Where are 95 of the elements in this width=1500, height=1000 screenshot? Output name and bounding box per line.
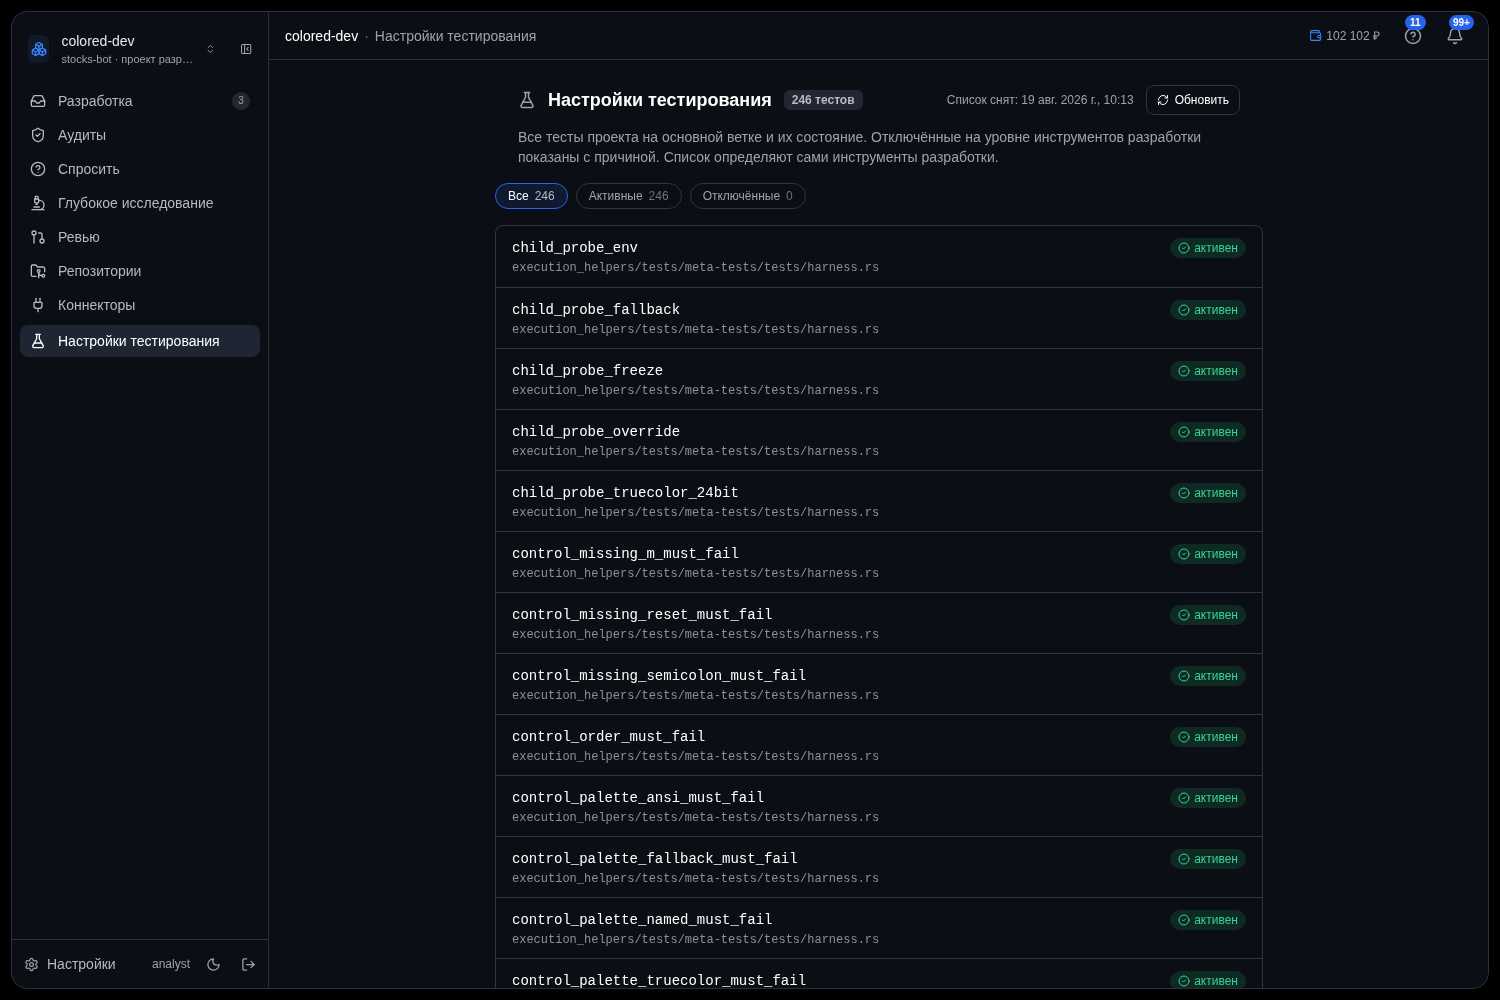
test-name: control_missing_reset_must_fail <box>512 606 774 625</box>
sidebar-item[interactable]: Аудиты <box>20 121 260 149</box>
status-badge: активен <box>1170 483 1246 503</box>
chevrons-icon[interactable] <box>205 42 216 56</box>
test-path: execution_helpers/tests/meta-tests/tests/harness.rs <box>512 505 881 521</box>
test-path: execution_helpers/tests/meta-tests/tests/harness.rs <box>512 260 881 276</box>
test-name: child_probe_fallback <box>512 301 682 320</box>
test-name: control_palette_truecolor_must_fail <box>512 972 808 988</box>
settings-icon[interactable] <box>24 956 39 972</box>
sidebar-item[interactable]: Спросить <box>20 155 260 183</box>
test-name: control_missing_m_must_fail <box>512 545 740 564</box>
status-badge: активен <box>1170 238 1246 258</box>
username: analyst <box>151 956 190 972</box>
status-badge: активен <box>1170 727 1246 747</box>
status-badge: активен <box>1170 361 1246 381</box>
sidebar-item[interactable]: Репозитории <box>20 257 260 285</box>
test-name: child_probe_override <box>512 423 682 442</box>
test-path: execution_helpers/tests/meta-tests/tests/harness.rs <box>512 383 881 399</box>
status-badge: активен <box>1170 544 1246 564</box>
sidebar-item[interactable]: Настройки тестирования <box>20 325 260 357</box>
wallet-icon <box>1309 29 1323 42</box>
refresh-button[interactable]: Обновить <box>1145 85 1240 115</box>
sidebar-item[interactable]: Коннекторы <box>20 291 260 319</box>
test-path: execution_helpers/tests/meta-tests/tests/harness.rs <box>512 322 881 338</box>
flask-icon <box>518 91 536 109</box>
check-circle-icon <box>1178 975 1191 987</box>
status-badge: активен <box>1170 422 1246 442</box>
check-circle-icon <box>1178 548 1191 560</box>
test-path: execution_helpers/tests/meta-tests/tests/harness.rs <box>512 688 881 704</box>
test-path: execution_helpers/tests/meta-tests/tests/harness.rs <box>512 810 881 826</box>
workspace-name: colored-dev <box>61 32 136 51</box>
test-path: execution_helpers/tests/meta-tests/tests/harness.rs <box>512 627 881 643</box>
branch-icon <box>30 229 46 245</box>
status-badge: активен <box>1170 788 1246 808</box>
test-name: control_palette_ansi_must_fail <box>512 789 766 808</box>
check-circle-icon <box>1178 365 1191 377</box>
test-name: child_probe_freeze <box>512 362 665 381</box>
check-circle-icon <box>1178 731 1191 743</box>
check-circle-icon <box>1178 792 1191 804</box>
count-badge: 11 <box>1405 14 1426 30</box>
breadcrumb-item[interactable]: colored-dev <box>285 25 359 46</box>
check-circle-icon <box>1178 670 1191 682</box>
shield-check-icon <box>30 127 46 143</box>
sidebar-item[interactable]: Разработка 3 <box>20 87 260 115</box>
inbox-icon <box>30 93 46 109</box>
flask-icon <box>30 333 46 349</box>
bell-icon[interactable] <box>1446 26 1464 45</box>
test-path: execution_helpers/tests/meta-tests/tests/harness.rs <box>512 444 881 460</box>
status-badge: активен <box>1170 849 1246 869</box>
check-circle-icon <box>1178 914 1191 926</box>
check-circle-icon <box>1178 487 1191 499</box>
plug-icon <box>30 297 46 313</box>
question-icon <box>30 161 46 177</box>
sidebar-item[interactable]: Глубокое исследование <box>20 189 260 217</box>
test-name: control_missing_semicolon_must_fail <box>512 667 808 686</box>
check-circle-icon <box>1178 609 1191 621</box>
status-badge: активен <box>1170 666 1246 686</box>
page-description: Все тесты проекта на основной ветке и их состояние. Отключённые на уровне инструментов разработки показаны с причиной. Список определяют сами инструменты разработки. <box>517 128 1203 167</box>
collapse-sidebar-icon[interactable] <box>239 41 252 57</box>
sidebar-item[interactable]: Ревью <box>20 223 260 251</box>
breadcrumb-item: Настройки тестирования <box>374 26 537 46</box>
workspace-subtitle: stocks-bot · проект разр… <box>61 52 193 67</box>
folder-icon <box>30 263 46 279</box>
test-path: execution_helpers/tests/meta-tests/tests/harness.rs <box>512 566 881 582</box>
snapshot-time: Список снят: 19 авг. 2026 г., 10:13 <box>946 92 1134 108</box>
breadcrumb-separator: · <box>364 26 369 46</box>
count-badge: 99+ <box>1449 14 1474 30</box>
check-circle-icon <box>1178 426 1191 438</box>
test-path: execution_helpers/tests/meta-tests/tests/harness.rs <box>512 749 881 765</box>
help-icon[interactable] <box>1404 26 1422 45</box>
cubes-icon <box>30 41 47 57</box>
status-badge: активен <box>1170 910 1246 930</box>
filter-tab[interactable]: Все 246 <box>495 183 568 209</box>
test-name: child_probe_truecolor_24bit <box>512 484 740 503</box>
test-name: control_palette_fallback_must_fail <box>512 850 799 869</box>
balance: 102 102 ₽ <box>1326 27 1380 44</box>
test-path: execution_helpers/tests/meta-tests/tests/harness.rs <box>512 932 881 948</box>
status-badge: активен <box>1170 971 1246 988</box>
check-circle-icon <box>1178 853 1191 865</box>
check-circle-icon <box>1178 242 1191 254</box>
settings-link[interactable]: Настройки <box>47 954 144 974</box>
test-name: control_order_must_fail <box>512 728 707 747</box>
test-name: control_palette_named_must_fail <box>512 911 774 930</box>
check-circle-icon <box>1178 304 1191 316</box>
microscope-icon <box>30 195 46 211</box>
test-path: execution_helpers/tests/meta-tests/tests/harness.rs <box>512 871 881 887</box>
count-badge: 246 тестов <box>783 90 863 110</box>
moon-icon[interactable] <box>206 956 221 972</box>
count-badge: 3 <box>232 92 250 110</box>
refresh-icon <box>1156 94 1169 106</box>
page-title: Настройки тестирования <box>548 89 772 112</box>
status-badge: активен <box>1170 605 1246 625</box>
logout-icon[interactable] <box>241 956 256 972</box>
status-badge: активен <box>1170 300 1246 320</box>
test-name: child_probe_env <box>512 239 640 258</box>
